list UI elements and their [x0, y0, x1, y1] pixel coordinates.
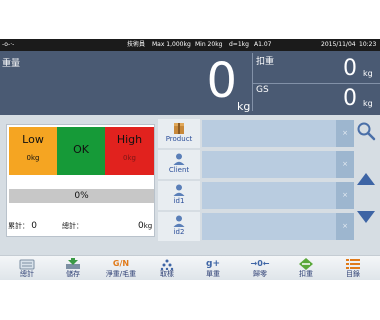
ok-label: OK — [73, 143, 89, 156]
product-input[interactable] — [202, 120, 336, 147]
client-person-icon — [173, 153, 185, 165]
clear-client-button[interactable]: × — [336, 151, 354, 178]
id-person-icon — [173, 215, 185, 227]
clear-product-button[interactable]: × — [336, 120, 354, 147]
zero-icon: →0← — [250, 259, 270, 268]
weight-display: 重量 0 kg 扣重 0 kg GS 0 kg — [0, 51, 380, 115]
tare-unit: kg — [363, 69, 373, 78]
total-icon — [19, 259, 35, 270]
weight-unit: kg — [237, 100, 251, 113]
time-display: 10:23 — [359, 41, 377, 48]
unit-weight-button[interactable]: g+ 單重 — [194, 256, 232, 281]
arrow-down-icon[interactable] — [356, 210, 376, 224]
low-threshold: 0kg — [26, 154, 40, 162]
gs-label: GS — [256, 85, 269, 95]
save-label: 儲存 — [66, 270, 80, 278]
low-indicator[interactable]: Low 0kg — [9, 127, 57, 175]
search-icon[interactable] — [356, 121, 376, 141]
total-button[interactable]: 總計 — [8, 256, 46, 281]
user-role: 技術員 — [127, 41, 146, 48]
scale-app-window: -o-·- 技術員 Max 1,000kg Min 20kg d=1kg A1.… — [0, 39, 380, 280]
client-label: Client — [168, 166, 190, 174]
tare-value: 0 — [343, 56, 357, 81]
unit-weight-label: 單重 — [206, 270, 220, 278]
id2-label: id2 — [173, 228, 185, 236]
count-value: 0 — [31, 221, 37, 231]
gs-unit: kg — [363, 99, 373, 108]
count-total: 累計： 0 — [8, 221, 37, 231]
field-row-client: Client × — [158, 150, 354, 179]
high-threshold: 0kg — [123, 154, 136, 162]
high-label: High — [116, 133, 143, 146]
tare-icon — [299, 258, 313, 270]
field-row-id1: id1 × — [158, 181, 354, 210]
arrow-up-icon[interactable] — [356, 172, 376, 186]
tare-button[interactable]: 扣重 — [287, 256, 325, 281]
checkweigh-panel: Low 0kg OK High 0kg 0% 累計： 0 總計： 0kg — [6, 124, 155, 237]
low-label: Low — [22, 133, 44, 146]
ok-indicator[interactable]: OK — [57, 127, 105, 175]
product-button[interactable]: Product — [158, 119, 200, 148]
sum-unit: kg — [143, 222, 153, 230]
id1-button[interactable]: id1 — [158, 181, 200, 210]
save-icon — [66, 258, 80, 269]
unit-weight-icon: g+ — [206, 259, 220, 269]
id-person-icon — [173, 184, 185, 196]
save-button[interactable]: 儲存 — [54, 256, 92, 281]
min-capacity: Min 20kg — [195, 41, 223, 48]
product-label: Product — [165, 135, 193, 143]
clear-id2-button[interactable]: × — [336, 213, 354, 240]
id2-input[interactable] — [202, 213, 336, 240]
firmware-version: A1.07 — [254, 41, 272, 48]
date-display: 2015/11/04 — [321, 41, 356, 48]
display-divider — [252, 53, 253, 111]
net-gross-icon: G/N — [112, 259, 130, 268]
count-label: 累計： — [8, 222, 29, 230]
connection-icon: -o-·- — [2, 41, 15, 48]
total-label: 總計 — [20, 270, 34, 278]
product-box-icon — [174, 123, 184, 134]
net-gross-label: 淨重/毛重 — [105, 270, 137, 278]
display-divider — [253, 83, 380, 84]
sum-total: 0kg — [138, 221, 152, 231]
field-row-id2: id2 × — [158, 212, 354, 241]
sample-icon — [160, 259, 174, 270]
field-row-product: Product × — [158, 119, 354, 148]
sample-label: 取樣 — [160, 270, 174, 278]
tare-label: 扣重 — [256, 57, 275, 67]
client-input[interactable] — [202, 151, 336, 178]
division: d=1kg — [229, 41, 249, 48]
progress-bar: 0% — [9, 189, 154, 203]
id2-button[interactable]: id2 — [158, 212, 200, 241]
id1-label: id1 — [173, 197, 185, 205]
id1-input[interactable] — [202, 182, 336, 209]
net-gross-button[interactable]: G/N 淨重/毛重 — [98, 256, 144, 281]
bottom-toolbar: 總計 儲存 G/N 淨重/毛重 取樣 g+ 單重 →0← 歸零 扣重 目錄 — [0, 255, 380, 280]
clear-id1-button[interactable]: × — [336, 182, 354, 209]
max-capacity: Max 1,000kg — [152, 41, 191, 48]
tare-button-label: 扣重 — [299, 270, 313, 278]
progress-label: 0% — [74, 191, 89, 201]
gs-value: 0 — [343, 86, 357, 111]
menu-label: 目錄 — [346, 270, 360, 278]
status-bar: -o-·- 技術員 Max 1,000kg Min 20kg d=1kg A1.… — [0, 39, 380, 51]
zero-label: 歸零 — [253, 270, 267, 278]
high-indicator[interactable]: High 0kg — [105, 127, 154, 175]
weight-value: 0 — [206, 53, 237, 109]
weight-label: 重量 — [2, 59, 21, 69]
sample-button[interactable]: 取樣 — [148, 256, 186, 281]
menu-button[interactable]: 目錄 — [335, 256, 371, 281]
zero-button[interactable]: →0← 歸零 — [240, 256, 280, 281]
client-button[interactable]: Client — [158, 150, 200, 179]
menu-list-icon — [346, 259, 360, 269]
sum-label: 總計： — [62, 222, 83, 230]
